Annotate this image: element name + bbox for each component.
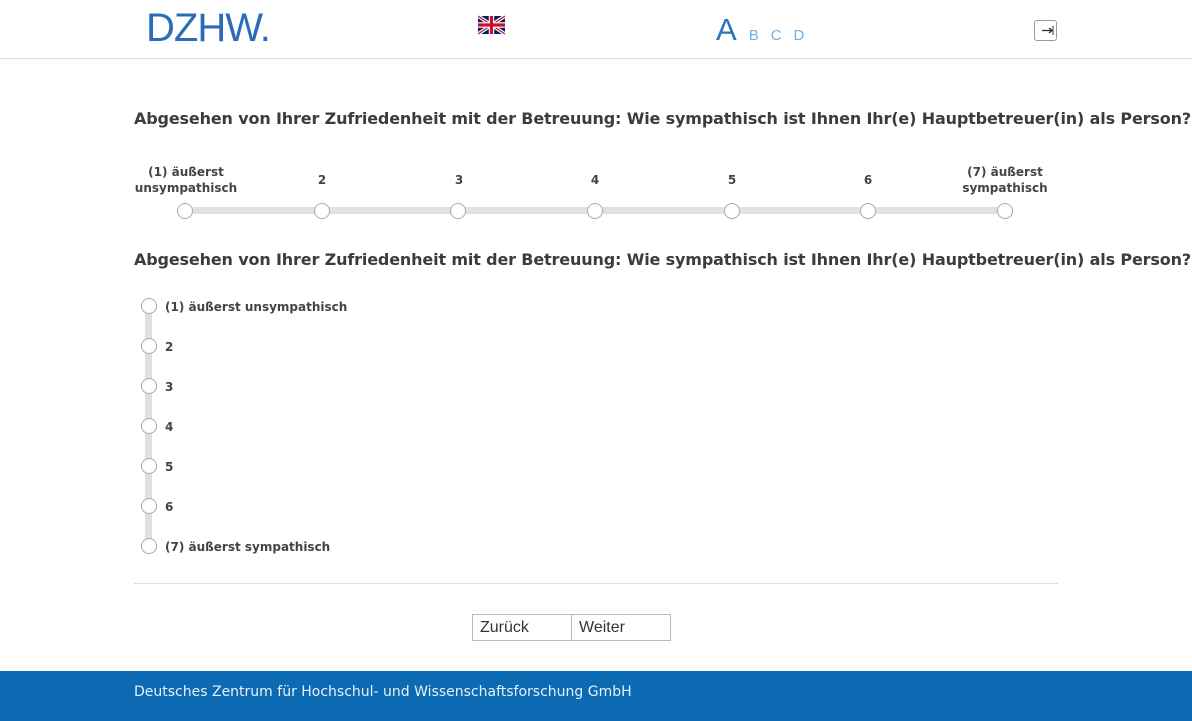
h-option-label-2: 2 [317,173,327,187]
h-option-label-4: 4 [590,173,600,187]
font-size-switch: ABCD [716,12,804,48]
content-separator [134,583,1058,584]
v-option-radio-5[interactable] [141,458,157,474]
v-option-label-5[interactable]: 5 [165,459,173,475]
font-size-d-button[interactable]: D [794,27,805,44]
h-option-radio-7[interactable] [997,203,1013,219]
v-option-radio-3[interactable] [141,378,157,394]
question-1-text: Abgesehen von Ihrer Zufriedenheit mit de… [134,109,1191,128]
h-option-label-3: 3 [454,173,464,187]
h-option-label-1: (1) äußerst unsympathisch [134,165,238,195]
h-option-label-7: (7) äußerst sympathisch [962,165,1048,195]
v-option-label-1[interactable]: (1) äußerst unsympathisch [165,299,347,315]
h-option-radio-2[interactable] [314,203,330,219]
uk-flag-icon[interactable] [477,14,506,36]
v-option-label-7[interactable]: (7) äußerst sympathisch [165,539,330,555]
h-option-radio-5[interactable] [724,203,740,219]
v-option-label-6[interactable]: 6 [165,499,173,515]
v-option-radio-2[interactable] [141,338,157,354]
h-option-label-6: 6 [863,173,873,187]
font-size-c-button[interactable]: C [771,27,782,44]
v-option-label-3[interactable]: 3 [165,379,173,395]
logo-dot: . [259,6,271,50]
logo-text: DZHW [146,6,261,50]
logout-arrow-icon [1042,26,1054,35]
footer-text: Deutsches Zentrum für Hochschul- und Wis… [134,684,632,700]
v-option-radio-6[interactable] [141,498,157,514]
h-option-radio-3[interactable] [450,203,466,219]
question-2-text: Abgesehen von Ihrer Zufriedenheit mit de… [134,250,1191,269]
h-option-radio-6[interactable] [860,203,876,219]
page-footer: Deutsches Zentrum für Hochschul- und Wis… [0,671,1192,721]
font-size-a-button[interactable]: A [716,12,737,48]
h-option-label-5: 5 [727,173,737,187]
back-button[interactable]: Zurück [472,614,572,641]
dzhw-logo[interactable]: DZHW. [146,6,271,50]
v-option-radio-1[interactable] [141,298,157,314]
h-option-radio-1[interactable] [177,203,193,219]
next-button[interactable]: Weiter [571,614,671,641]
v-option-label-2[interactable]: 2 [165,339,173,355]
font-size-b-button[interactable]: B [749,27,759,44]
v-option-radio-7[interactable] [141,538,157,554]
logout-button[interactable] [1034,20,1057,41]
v-option-radio-4[interactable] [141,418,157,434]
h-option-radio-4[interactable] [587,203,603,219]
page-header: DZHW. ABCD [0,0,1192,59]
v-option-label-4[interactable]: 4 [165,419,173,435]
